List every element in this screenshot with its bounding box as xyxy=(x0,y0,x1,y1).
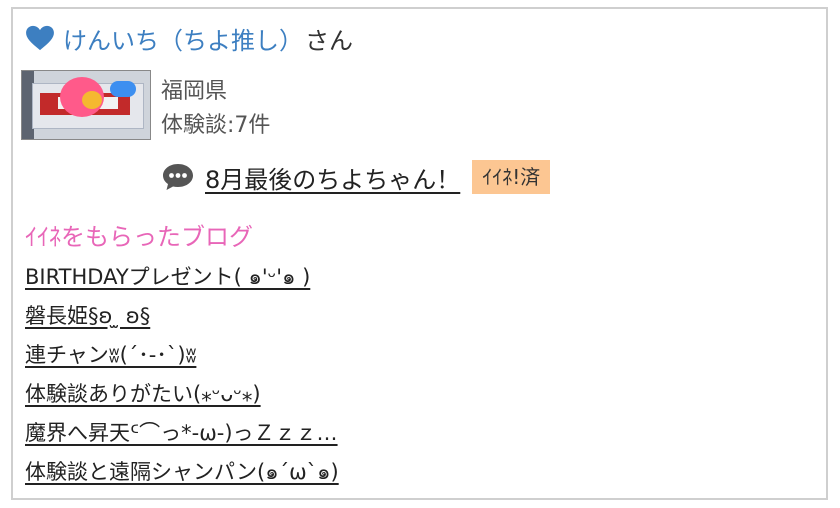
experience-count: 体験談:7件 xyxy=(161,113,271,138)
comment-icon xyxy=(163,164,193,190)
liked-blogs-list: BIRTHDAYプレゼント( ๑'ᵕ'๑ ) 磐長姫§ʚ ̫ ʚ§ 連チャンʬ(… xyxy=(25,261,339,495)
heart-icon xyxy=(26,25,54,51)
liked-blogs-heading: ｲｲﾈをもらったブログ xyxy=(25,223,253,251)
avatar[interactable] xyxy=(21,70,151,140)
avatar-blue-object xyxy=(110,81,136,97)
profile-meta: 福岡県 体験談:7件 xyxy=(161,75,270,143)
blog-link[interactable]: BIRTHDAYプレゼント( ๑'ᵕ'๑ ) xyxy=(25,261,339,300)
user-name-link[interactable]: けんいち（ちよ推し） xyxy=(63,21,303,56)
like-status-badge: ｲｲﾈ!済 xyxy=(472,160,551,194)
blog-link[interactable]: 魔界へ昇天ᑦ⌒っ*-ω-)っＺｚｚ… xyxy=(25,417,339,456)
latest-post: 8月最後のちよちゃん！ ｲｲﾈ!済 xyxy=(161,159,551,195)
blog-link[interactable]: 体験談ありがたい(⁎ᵕᴗᵕ⁎) xyxy=(25,378,339,417)
blog-link[interactable]: 連チャンʬ(´･-･`)ʬ xyxy=(25,339,339,378)
avatar-yellow-object xyxy=(82,91,102,109)
profile-location: 福岡県 xyxy=(161,79,228,104)
blog-link[interactable]: 磐長姫§ʚ ̫ ʚ§ xyxy=(25,300,339,339)
user-honorific: さん xyxy=(305,26,353,55)
post-title-link[interactable]: 8月最後のちよちゃん！ xyxy=(205,160,460,195)
blog-link[interactable]: 体験談と遠隔シャンパン(๑´ω`๑) xyxy=(25,456,339,495)
user-header: けんいち（ちよ推し） さん xyxy=(25,21,353,56)
user-card: けんいち（ちよ推し） さん 福岡県 体験談:7件 8月最後のちよちゃん！ ｲｲﾈ… xyxy=(11,7,828,500)
